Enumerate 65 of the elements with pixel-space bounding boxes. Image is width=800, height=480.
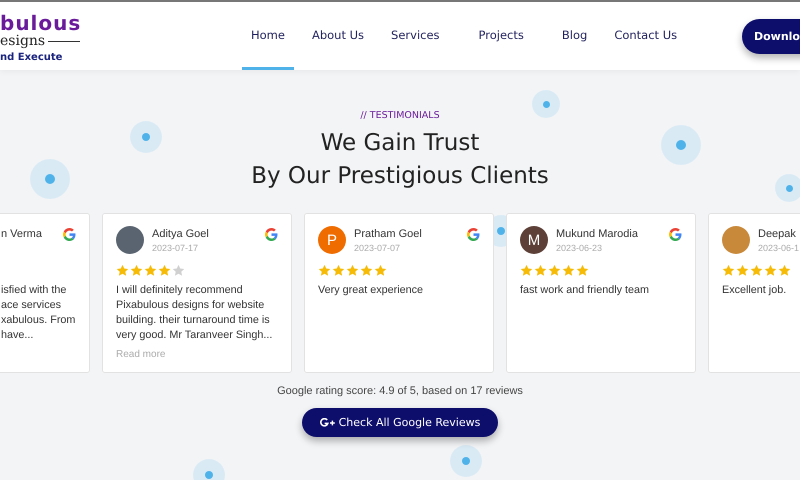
section-title: We Gain Trust xyxy=(320,129,480,158)
reviewer-name: n Verma xyxy=(1,228,43,240)
google-icon xyxy=(63,228,76,241)
avatar-photo-placeholder xyxy=(116,226,144,254)
reviewer-name: Deepak xyxy=(758,228,797,240)
logo-text: esigns xyxy=(0,33,46,49)
nav-link[interactable]: Blog xyxy=(552,2,596,70)
star-icon xyxy=(374,264,387,277)
google-reviews-button[interactable]: Check All Google Reviews xyxy=(302,408,498,437)
star-icon xyxy=(736,264,749,277)
star-icon xyxy=(172,264,185,277)
review-date: 2023-07-17 xyxy=(152,243,200,253)
star-icon xyxy=(332,264,345,277)
nav-link[interactable]: Home xyxy=(242,2,294,70)
map-dot xyxy=(661,125,701,165)
logo-tagline: nd Execute xyxy=(0,52,64,63)
map-dot xyxy=(450,445,482,477)
map-dot xyxy=(775,174,800,202)
nav-link[interactable]: Contact Us xyxy=(605,2,686,70)
reviewer-name: Aditya Goel xyxy=(152,228,210,240)
review-text: Very great experience xyxy=(318,283,424,298)
star-icon xyxy=(116,264,129,277)
star-icon xyxy=(562,264,575,277)
nav-link[interactable]: Projects xyxy=(470,2,533,70)
nav-link[interactable]: About Us xyxy=(302,2,374,70)
rating-summary: Google rating score: 4.9 of 5, based on 17 reviews xyxy=(277,385,523,397)
nav-link[interactable]: Services xyxy=(382,2,449,70)
star-icon xyxy=(158,264,171,277)
star-icon xyxy=(520,264,533,277)
logo-rule xyxy=(48,40,80,42)
google-icon xyxy=(467,228,480,241)
review-text: isfied with the ace services xabulous. From have... xyxy=(1,283,76,343)
reviewer-name: Pratham Goel xyxy=(354,228,423,240)
avatar: M xyxy=(520,226,548,254)
review-text: fast work and friendly team xyxy=(520,283,650,298)
review-date: 2023-06-23 xyxy=(556,243,604,253)
google-plus-icon xyxy=(320,418,336,428)
avatar: P xyxy=(318,226,346,254)
star-icon xyxy=(318,264,331,277)
star-icon xyxy=(778,264,791,277)
star-icon xyxy=(576,264,589,277)
review-date: 2023-07-07 xyxy=(354,243,402,253)
star-icon xyxy=(346,264,359,277)
review-date: 2023-06-1 xyxy=(758,243,800,253)
star-icon xyxy=(548,264,561,277)
avatar-photo-placeholder xyxy=(722,226,750,254)
star-icon xyxy=(144,264,157,277)
map-dot xyxy=(532,90,560,118)
star-icon xyxy=(722,264,735,277)
star-icon xyxy=(534,264,547,277)
google-icon xyxy=(669,228,682,241)
star-icon xyxy=(130,264,143,277)
section-eyebrow: // TESTIMONIALS xyxy=(360,110,440,121)
review-text: Excellent job. xyxy=(722,283,788,298)
star-icon xyxy=(750,264,763,277)
map-dot xyxy=(30,159,70,199)
logo-text: bulous xyxy=(0,13,82,33)
section-title: By Our Prestigious Clients xyxy=(251,162,549,191)
star-icon xyxy=(360,264,373,277)
map-dot xyxy=(130,121,162,153)
star-icon xyxy=(764,264,777,277)
reviewer-name: Mukund Marodia xyxy=(556,228,639,240)
google-icon xyxy=(265,228,278,241)
review-text: I will definitely recommend Pixabulous designs for website building. their turnaround time is very good. Mr Taranveer Singh... xyxy=(116,283,274,343)
download-button[interactable]: Downlo xyxy=(742,18,800,54)
